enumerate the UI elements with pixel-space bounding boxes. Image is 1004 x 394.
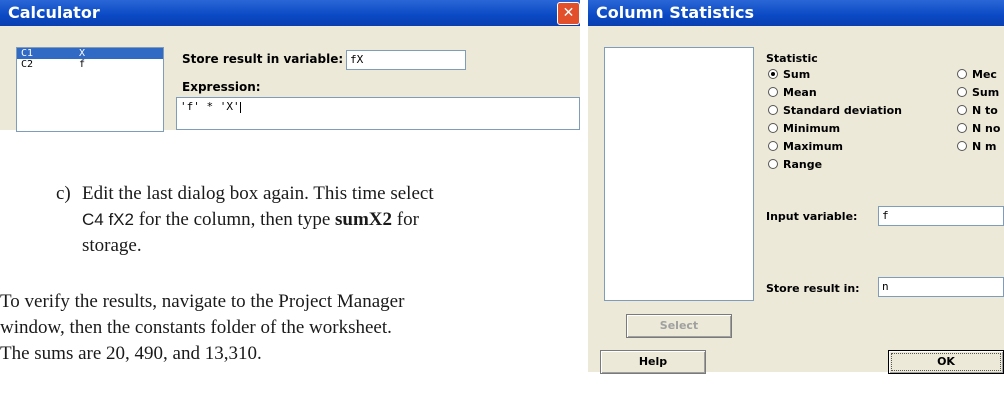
calculator-title-bar: Calculator	[0, 0, 580, 26]
store-result-input[interactable]: fX	[346, 50, 466, 70]
radio-n-total[interactable]: N to	[957, 104, 998, 117]
radio-icon	[768, 87, 778, 97]
radio-icon	[957, 105, 967, 115]
radio-n-nonmissing[interactable]: N no	[957, 122, 1000, 135]
column-list-item[interactable]: C2 f	[17, 59, 163, 70]
column-list-item[interactable]: C1 X	[17, 48, 163, 59]
column-statistics-list[interactable]	[604, 47, 754, 301]
radio-icon	[768, 123, 778, 133]
instruction-step-c: c) Edit the last dialog box again. This t…	[56, 183, 434, 256]
calculator-title: Calculator	[8, 3, 100, 22]
radio-icon	[957, 87, 967, 97]
store-result-in-label: Store result in:	[766, 282, 860, 295]
store-result-label: Store result in variable:	[182, 52, 344, 66]
store-result-in-field[interactable]: n	[878, 277, 1004, 297]
radio-icon	[768, 141, 778, 151]
radio-standard-deviation[interactable]: Standard deviation	[768, 104, 902, 117]
radio-icon	[957, 123, 967, 133]
radio-icon	[768, 159, 778, 169]
column-statistics-title: Column Statistics	[596, 3, 755, 22]
close-icon[interactable]: ✕	[557, 2, 580, 25]
input-variable-field[interactable]: f	[878, 206, 1004, 226]
statistic-group-label: Statistic	[766, 52, 818, 65]
column-list[interactable]: C1 X C2 f	[16, 47, 164, 132]
expression-input[interactable]: 'f' * 'X'	[176, 97, 580, 130]
radio-mean[interactable]: Mean	[768, 86, 817, 99]
column-statistics-title-bar: Column Statistics	[588, 0, 1004, 26]
radio-sum-of-squares[interactable]: Sum	[957, 86, 999, 99]
radio-minimum[interactable]: Minimum	[768, 122, 840, 135]
radio-maximum[interactable]: Maximum	[768, 140, 843, 153]
radio-icon	[957, 69, 967, 79]
radio-sum[interactable]: Sum	[768, 68, 810, 81]
help-button[interactable]: Help	[600, 350, 706, 374]
verify-paragraph: To verify the results, navigate to the P…	[0, 291, 405, 364]
radio-icon	[957, 141, 967, 151]
ok-button[interactable]: OK	[888, 350, 1004, 374]
expression-label: Expression:	[182, 80, 261, 94]
radio-range[interactable]: Range	[768, 158, 822, 171]
radio-median[interactable]: Mec	[957, 68, 997, 81]
radio-selected-icon	[768, 69, 778, 79]
radio-n-missing[interactable]: N m	[957, 140, 997, 153]
radio-icon	[768, 105, 778, 115]
select-button[interactable]: Select	[626, 314, 732, 338]
input-variable-label: Input variable:	[766, 210, 858, 223]
